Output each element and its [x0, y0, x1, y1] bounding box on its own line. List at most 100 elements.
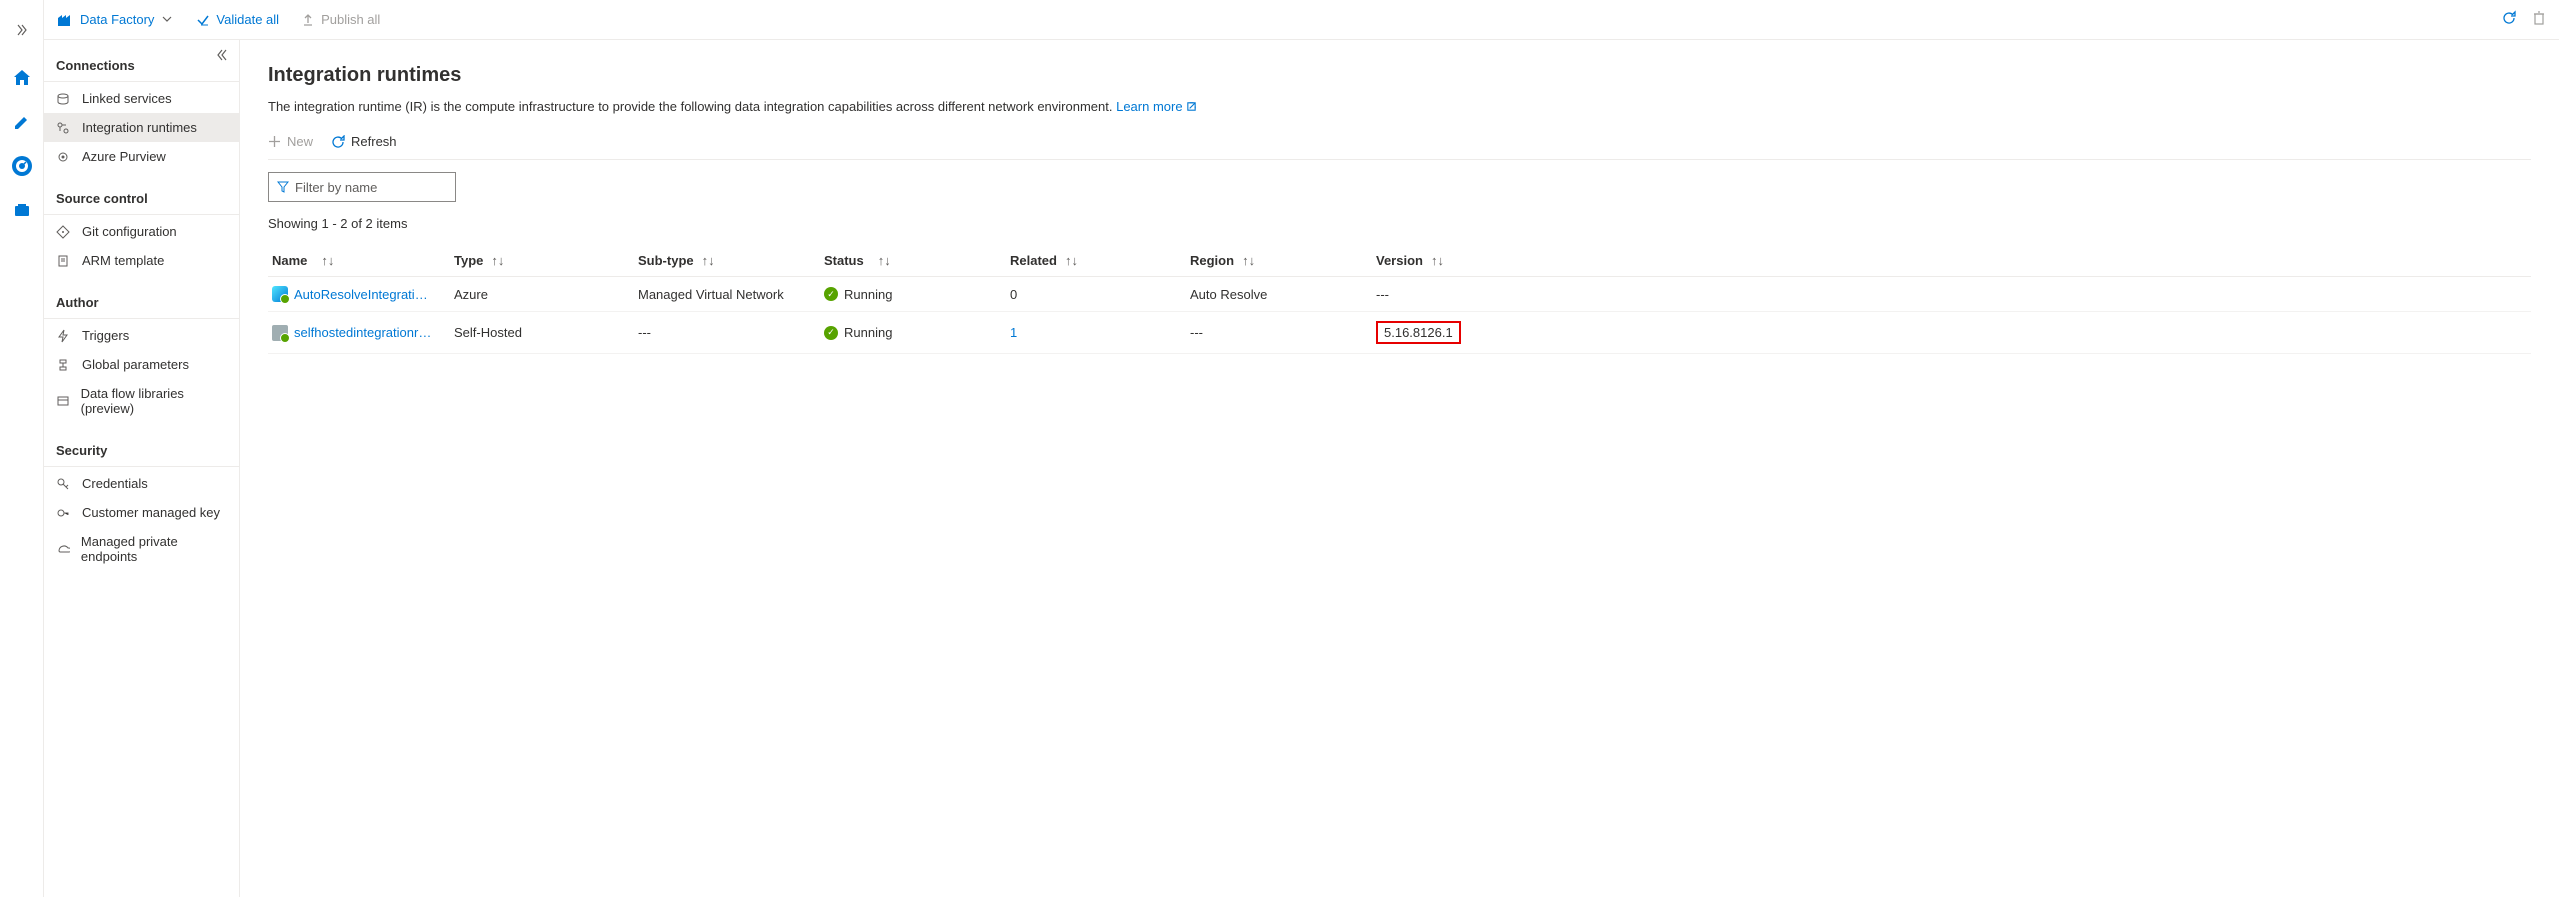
- monitor-icon[interactable]: [0, 144, 44, 188]
- git-icon: [56, 225, 72, 239]
- expand-rail-button[interactable]: [0, 8, 44, 52]
- showing-count: Showing 1 - 2 of 2 items: [268, 216, 2531, 231]
- nav-arm-template[interactable]: ARM template: [44, 246, 239, 275]
- version-value: ---: [1376, 287, 1389, 302]
- type-value: Azure: [454, 287, 638, 302]
- credentials-icon: [56, 477, 72, 491]
- runtime-icon: [272, 325, 288, 341]
- table-header: Name↑↓ Type↑↓ Sub-type↑↓ Status↑↓ Relate…: [268, 245, 2531, 277]
- section-security-title: Security: [44, 433, 239, 467]
- purview-icon: [56, 150, 72, 164]
- region-value: Auto Resolve: [1190, 287, 1376, 302]
- table-row: selfhostedintegrationrun... Self-Hosted …: [268, 312, 2531, 354]
- nav-credentials[interactable]: Credentials: [44, 469, 239, 498]
- section-sourcecontrol-title: Source control: [44, 181, 239, 215]
- nav-global-parameters[interactable]: Global parameters: [44, 350, 239, 379]
- nav-credentials-label: Credentials: [82, 476, 148, 491]
- col-name-header[interactable]: Name↑↓: [268, 253, 454, 268]
- sort-icon: ↑↓: [491, 253, 504, 268]
- arm-template-icon: [56, 254, 72, 268]
- nav-linked-services-label: Linked services: [82, 91, 172, 106]
- type-value: Self-Hosted: [454, 325, 638, 340]
- topbar: Data Factory Validate all Publish all: [44, 0, 2559, 40]
- table-row: AutoResolveIntegrationR... Azure Managed…: [268, 277, 2531, 312]
- col-status-header[interactable]: Status↑↓: [824, 253, 1010, 268]
- nav-global-parameters-label: Global parameters: [82, 357, 189, 372]
- nav-data-flow-libraries[interactable]: Data flow libraries (preview): [44, 379, 239, 423]
- col-type-header[interactable]: Type↑↓: [454, 253, 638, 268]
- author-icon[interactable]: [0, 100, 44, 144]
- col-region-header[interactable]: Region↑↓: [1190, 253, 1376, 268]
- status-running-icon: [824, 287, 838, 301]
- nav-triggers[interactable]: Triggers: [44, 321, 239, 350]
- nav-customer-managed-key-label: Customer managed key: [82, 505, 220, 520]
- sort-icon: ↑↓: [321, 253, 334, 268]
- cmk-icon: [56, 506, 72, 520]
- nav-customer-managed-key[interactable]: Customer managed key: [44, 498, 239, 527]
- filter-icon: [277, 181, 289, 193]
- related-link[interactable]: 1: [1010, 325, 1017, 340]
- sort-icon: ↑↓: [878, 253, 891, 268]
- page-title: Integration runtimes: [268, 64, 2531, 87]
- runtime-name-link[interactable]: AutoResolveIntegrationR...: [294, 287, 434, 302]
- sort-icon: ↑↓: [1431, 253, 1444, 268]
- breadcrumb[interactable]: Data Factory: [56, 12, 172, 28]
- nav-integration-runtimes[interactable]: Integration runtimes: [44, 113, 239, 142]
- integration-runtimes-icon: [56, 121, 72, 135]
- mpe-icon: [56, 542, 71, 556]
- nav-managed-private-endpoints[interactable]: Managed private endpoints: [44, 527, 239, 571]
- nav-azure-purview-label: Azure Purview: [82, 149, 166, 164]
- validate-all-button[interactable]: Validate all: [196, 12, 279, 27]
- nav-data-flow-libraries-label: Data flow libraries (preview): [81, 386, 227, 416]
- validate-all-label: Validate all: [216, 12, 279, 27]
- main-content: Integration runtimes The integration run…: [240, 40, 2559, 897]
- sort-icon: ↑↓: [702, 253, 715, 268]
- version-value-highlighted: 5.16.8126.1: [1376, 321, 1461, 344]
- section-author-title: Author: [44, 285, 239, 319]
- col-version-header[interactable]: Version↑↓: [1376, 253, 1496, 268]
- toolbar: New Refresh: [268, 130, 2531, 160]
- breadcrumb-label: Data Factory: [80, 12, 154, 27]
- collapse-panel-button[interactable]: [215, 48, 229, 65]
- chevron-down-icon[interactable]: [162, 12, 172, 27]
- learn-more-link[interactable]: Learn more: [1116, 99, 1197, 114]
- nav-arm-template-label: ARM template: [82, 253, 164, 268]
- integration-runtimes-table: Name↑↓ Type↑↓ Sub-type↑↓ Status↑↓ Relate…: [268, 245, 2531, 354]
- nav-managed-private-endpoints-label: Managed private endpoints: [81, 534, 227, 564]
- nav-git-configuration[interactable]: Git configuration: [44, 217, 239, 246]
- col-related-header[interactable]: Related↑↓: [1010, 253, 1190, 268]
- refresh-button[interactable]: Refresh: [331, 134, 397, 149]
- nav-git-configuration-label: Git configuration: [82, 224, 177, 239]
- col-subtype-header[interactable]: Sub-type↑↓: [638, 253, 824, 268]
- subtype-value: Managed Virtual Network: [638, 287, 824, 302]
- subtype-value: ---: [638, 325, 824, 340]
- nav-integration-runtimes-label: Integration runtimes: [82, 120, 197, 135]
- manage-icon[interactable]: [0, 188, 44, 232]
- dataflow-libraries-icon: [56, 394, 71, 408]
- icon-rail: [0, 0, 44, 897]
- nav-azure-purview[interactable]: Azure Purview: [44, 142, 239, 171]
- triggers-icon: [56, 329, 72, 343]
- sidepanel: Connections Linked services Integration …: [44, 40, 240, 897]
- new-button[interactable]: New: [268, 134, 313, 149]
- publish-all-button: Publish all: [301, 12, 380, 27]
- home-icon[interactable]: [0, 56, 44, 100]
- status-running-icon: [824, 326, 838, 340]
- filter-by-name[interactable]: [268, 172, 456, 202]
- publish-all-label: Publish all: [321, 12, 380, 27]
- linked-services-icon: [56, 92, 72, 106]
- sort-icon: ↑↓: [1242, 253, 1255, 268]
- related-value: 0: [1010, 287, 1017, 302]
- nav-triggers-label: Triggers: [82, 328, 129, 343]
- discard-icon: [2531, 10, 2547, 29]
- runtime-icon: [272, 286, 288, 302]
- runtime-name-link[interactable]: selfhostedintegrationrun...: [294, 325, 434, 340]
- global-parameters-icon: [56, 358, 72, 372]
- filter-input[interactable]: [295, 180, 447, 195]
- region-value: ---: [1190, 325, 1376, 340]
- nav-linked-services[interactable]: Linked services: [44, 84, 239, 113]
- status-value: Running: [844, 287, 892, 302]
- refresh-top-button[interactable]: [2501, 10, 2517, 29]
- status-value: Running: [844, 325, 892, 340]
- sort-icon: ↑↓: [1065, 253, 1078, 268]
